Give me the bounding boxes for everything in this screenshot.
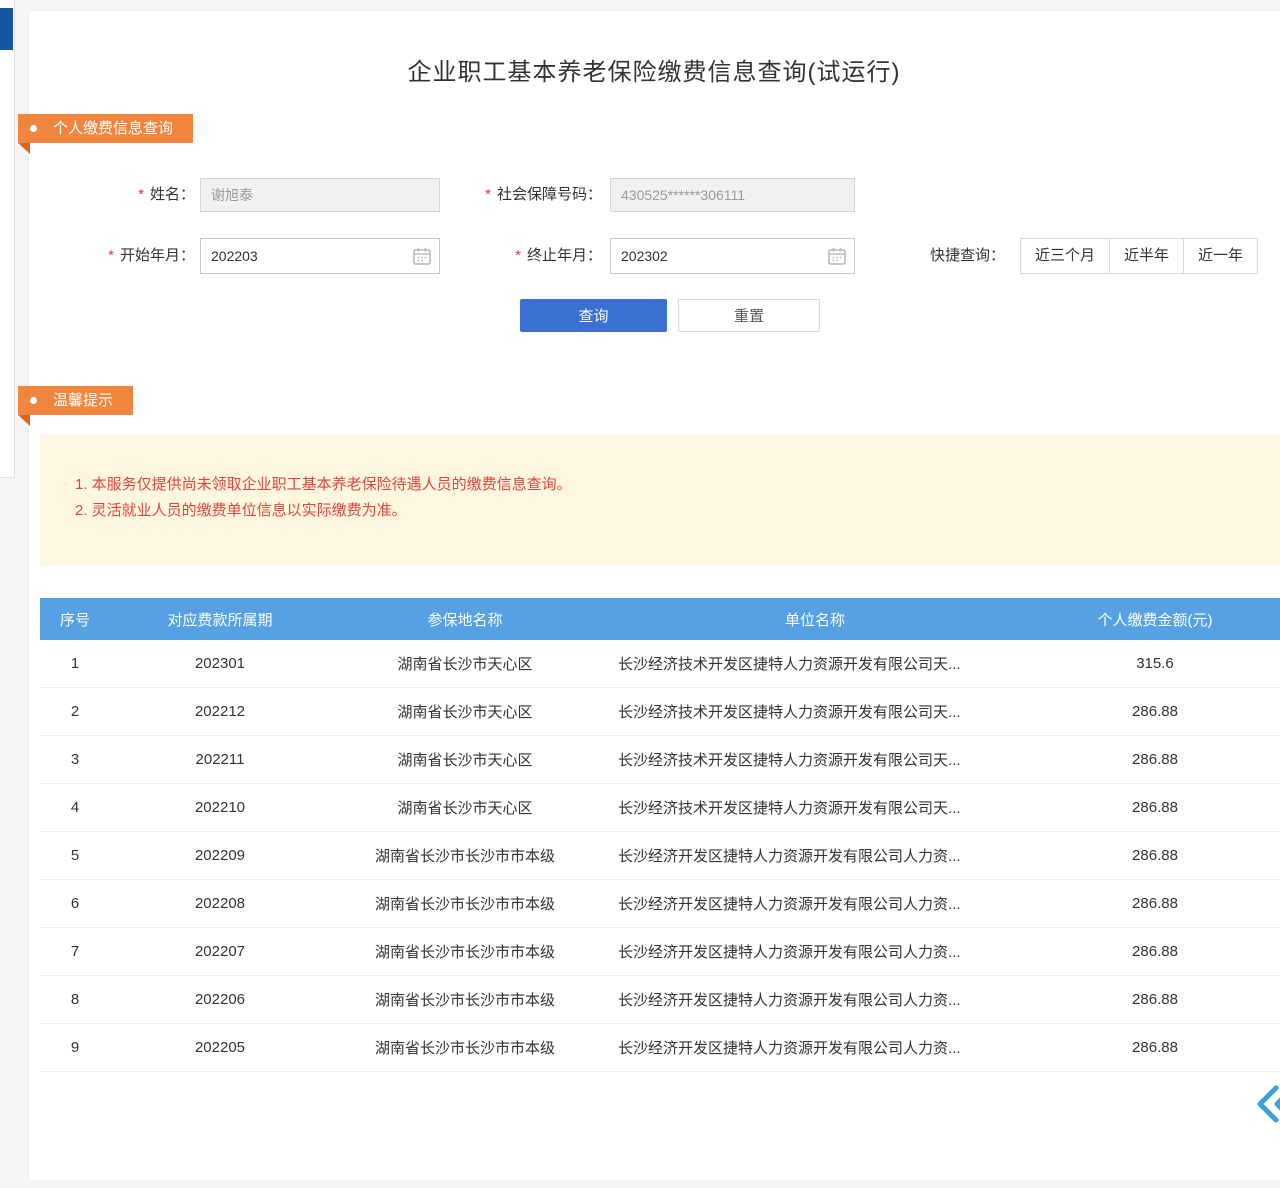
- badge-bullet-icon: [30, 397, 37, 404]
- notice-box: 1. 本服务仅提供尚未领取企业职工基本养老保险待遇人员的缴费信息查询。 2. 灵…: [40, 435, 1280, 565]
- table-header-cell: 个人缴费金额(元): [1030, 609, 1280, 630]
- table-cell: 5: [40, 847, 110, 864]
- table-header-cell: 参保地名称: [330, 609, 600, 630]
- table-cell: 202210: [110, 799, 330, 816]
- notice-line: 2. 灵活就业人员的缴费单位信息以实际缴费为准。: [75, 498, 1250, 524]
- table-row: 4202210湖南省长沙市天心区长沙经济技术开发区捷特人力资源开发有限公司天..…: [40, 784, 1280, 832]
- table-cell: 长沙经济开发区捷特人力资源开发有限公司人力资...: [600, 1037, 1030, 1058]
- table-cell: 6: [40, 895, 110, 912]
- table-cell: 286.88: [1030, 895, 1280, 912]
- quick-query-halfyear-button[interactable]: 近半年: [1109, 238, 1184, 274]
- table-row: 7202207湖南省长沙市长沙市市本级长沙经济开发区捷特人力资源开发有限公司人力…: [40, 928, 1280, 976]
- results-table: 序号对应费款所属期参保地名称单位名称个人缴费金额(元) 1202301湖南省长沙…: [40, 598, 1280, 1072]
- table-cell: 湖南省长沙市长沙市市本级: [330, 845, 600, 866]
- calendar-icon[interactable]: [412, 246, 432, 266]
- required-asterisk: *: [485, 186, 491, 203]
- collapsed-sidebar-tab[interactable]: [0, 8, 13, 50]
- ssn-label: *社会保障号码：: [440, 178, 602, 212]
- ssn-field[interactable]: [610, 178, 855, 212]
- end-month-field[interactable]: [610, 238, 855, 274]
- calendar-icon[interactable]: [827, 246, 847, 266]
- double-left-chevron-icon[interactable]: [1252, 1084, 1280, 1124]
- section-badge-label: 个人缴费信息查询: [53, 114, 173, 143]
- table-cell: 长沙经济开发区捷特人力资源开发有限公司人力资...: [600, 893, 1030, 914]
- name-label: *姓名：: [80, 178, 195, 212]
- quick-query-3months-button[interactable]: 近三个月: [1020, 238, 1110, 274]
- badge-fold-decoration: [18, 415, 30, 426]
- end-month-label: *终止年月：: [440, 238, 602, 274]
- table-body: 1202301湖南省长沙市天心区长沙经济技术开发区捷特人力资源开发有限公司天..…: [40, 640, 1280, 1072]
- table-cell: 9: [40, 1039, 110, 1056]
- required-asterisk: *: [108, 247, 114, 264]
- table-cell: 286.88: [1030, 751, 1280, 768]
- table-cell: 湖南省长沙市天心区: [330, 797, 600, 818]
- table-cell: 长沙经济开发区捷特人力资源开发有限公司人力资...: [600, 845, 1030, 866]
- notice-line: 1. 本服务仅提供尚未领取企业职工基本养老保险待遇人员的缴费信息查询。: [75, 472, 1250, 498]
- start-month-label: *开始年月：: [75, 238, 195, 274]
- table-cell: 1: [40, 655, 110, 672]
- table-cell: 286.88: [1030, 991, 1280, 1008]
- quick-query-label: 快捷查询：: [930, 238, 1015, 274]
- table-row: 8202206湖南省长沙市长沙市市本级长沙经济开发区捷特人力资源开发有限公司人力…: [40, 976, 1280, 1024]
- table-cell: 湖南省长沙市天心区: [330, 701, 600, 722]
- table-cell: 202207: [110, 943, 330, 960]
- table-cell: 202301: [110, 655, 330, 672]
- table-row: 2202212湖南省长沙市天心区长沙经济技术开发区捷特人力资源开发有限公司天..…: [40, 688, 1280, 736]
- table-cell: 286.88: [1030, 943, 1280, 960]
- page-title: 企业职工基本养老保险缴费信息查询(试运行): [28, 52, 1280, 87]
- table-cell: 202211: [110, 751, 330, 768]
- table-cell: 湖南省长沙市长沙市市本级: [330, 941, 600, 962]
- table-header-cell: 序号: [40, 609, 110, 630]
- left-edge-panel: [0, 0, 15, 478]
- section-badge-personal-query: 个人缴费信息查询: [18, 114, 193, 143]
- query-button[interactable]: 查询: [520, 299, 667, 332]
- table-cell: 202205: [110, 1039, 330, 1056]
- table-row: 6202208湖南省长沙市长沙市市本级长沙经济开发区捷特人力资源开发有限公司人力…: [40, 880, 1280, 928]
- table-cell: 286.88: [1030, 1039, 1280, 1056]
- table-cell: 长沙经济开发区捷特人力资源开发有限公司人力资...: [600, 989, 1030, 1010]
- table-cell: 8: [40, 991, 110, 1008]
- badge-fold-decoration: [18, 143, 30, 154]
- name-field[interactable]: [200, 178, 440, 212]
- table-cell: 2: [40, 703, 110, 720]
- table-cell: 202208: [110, 895, 330, 912]
- table-cell: 湖南省长沙市长沙市市本级: [330, 893, 600, 914]
- required-asterisk: *: [138, 186, 144, 203]
- table-header-cell: 单位名称: [600, 609, 1030, 630]
- reset-button[interactable]: 重置: [678, 299, 820, 332]
- table-row: 3202211湖南省长沙市天心区长沙经济技术开发区捷特人力资源开发有限公司天..…: [40, 736, 1280, 784]
- table-cell: 长沙经济技术开发区捷特人力资源开发有限公司天...: [600, 701, 1030, 722]
- table-cell: 202206: [110, 991, 330, 1008]
- table-cell: 7: [40, 943, 110, 960]
- table-cell: 长沙经济技术开发区捷特人力资源开发有限公司天...: [600, 749, 1030, 770]
- table-cell: 长沙经济开发区捷特人力资源开发有限公司人力资...: [600, 941, 1030, 962]
- table-cell: 湖南省长沙市长沙市市本级: [330, 1037, 600, 1058]
- table-cell: 202212: [110, 703, 330, 720]
- quick-query-1year-button[interactable]: 近一年: [1183, 238, 1258, 274]
- table-cell: 湖南省长沙市天心区: [330, 749, 600, 770]
- pension-query-page: 企业职工基本养老保险缴费信息查询(试运行) 个人缴费信息查询 *姓名： *社会保…: [0, 0, 1280, 1188]
- table-row: 1202301湖南省长沙市天心区长沙经济技术开发区捷特人力资源开发有限公司天..…: [40, 640, 1280, 688]
- required-asterisk: *: [515, 247, 521, 264]
- table-cell: 湖南省长沙市天心区: [330, 653, 600, 674]
- table-cell: 315.6: [1030, 655, 1280, 672]
- section-badge-label: 温馨提示: [53, 386, 113, 415]
- section-badge-tips: 温馨提示: [18, 386, 133, 415]
- table-cell: 长沙经济技术开发区捷特人力资源开发有限公司天...: [600, 797, 1030, 818]
- quick-query-group: 近三个月 近半年 近一年: [1020, 238, 1258, 274]
- table-cell: 3: [40, 751, 110, 768]
- table-header-row: 序号对应费款所属期参保地名称单位名称个人缴费金额(元): [40, 598, 1280, 640]
- table-cell: 湖南省长沙市长沙市市本级: [330, 989, 600, 1010]
- start-month-field[interactable]: [200, 238, 440, 274]
- table-cell: 长沙经济技术开发区捷特人力资源开发有限公司天...: [600, 653, 1030, 674]
- table-row: 5202209湖南省长沙市长沙市市本级长沙经济开发区捷特人力资源开发有限公司人力…: [40, 832, 1280, 880]
- table-cell: 4: [40, 799, 110, 816]
- table-cell: 202209: [110, 847, 330, 864]
- table-cell: 286.88: [1030, 703, 1280, 720]
- table-cell: 286.88: [1030, 799, 1280, 816]
- table-header-cell: 对应费款所属期: [110, 609, 330, 630]
- table-row: 9202205湖南省长沙市长沙市市本级长沙经济开发区捷特人力资源开发有限公司人力…: [40, 1024, 1280, 1072]
- table-cell: 286.88: [1030, 847, 1280, 864]
- badge-bullet-icon: [30, 125, 37, 132]
